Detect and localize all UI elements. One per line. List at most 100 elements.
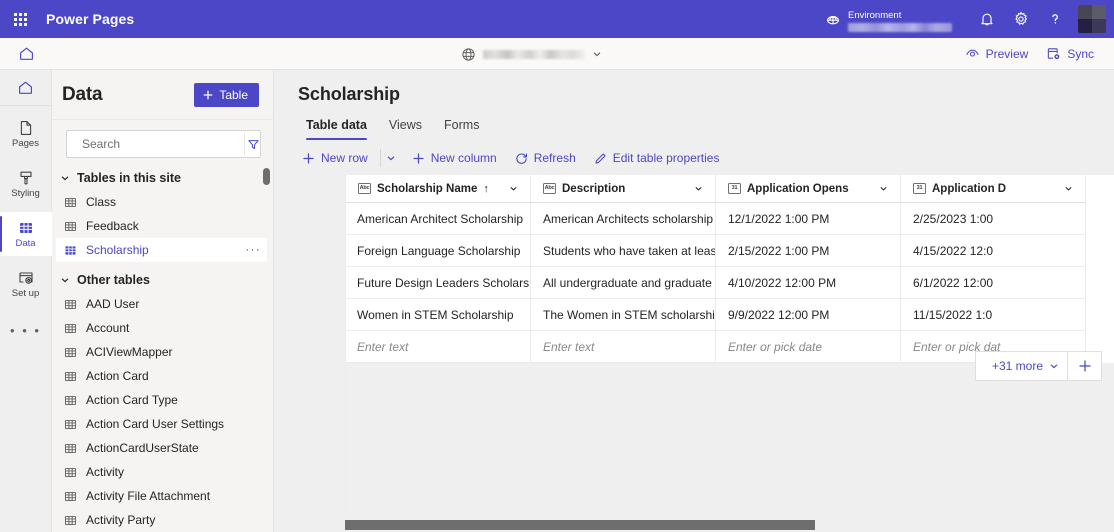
new-row-dropdown-chevron-down-icon[interactable] (379, 149, 402, 167)
table-cell[interactable]: Foreign Language Scholarship (345, 235, 531, 267)
cell-text: Future Design Leaders Scholarship (357, 275, 531, 290)
grid-scrollbar-thumb[interactable] (345, 520, 815, 530)
rail-label-pages: Pages (12, 138, 39, 149)
table-cell[interactable]: Future Design Leaders Scholarship (345, 267, 531, 299)
tab-table-data[interactable]: Table data (298, 114, 375, 141)
more-columns-button[interactable]: +31 more (984, 359, 1067, 373)
new-row-cell[interactable]: Enter or pick date (716, 331, 901, 363)
date-column-type-icon: 31 (913, 183, 926, 194)
rail-home-icon[interactable] (0, 70, 52, 106)
grid-horizontal-scrollbar[interactable] (345, 516, 1114, 532)
app-body: Pages Styling Data Set up • • • Data Tab… (0, 70, 1114, 532)
table-row[interactable]: Women in STEM Scholarship The Women in ST… (274, 299, 1114, 331)
home-icon[interactable] (0, 38, 52, 70)
rail-item-data[interactable]: Data (0, 212, 52, 256)
table-grid-icon (17, 219, 35, 237)
tables-list[interactable]: Tables in this site Class Feedback Schol… (52, 166, 273, 532)
table-item-actioncarduserstate[interactable]: ActionCardUserState (56, 436, 267, 460)
table-cell[interactable]: American Architects scholarship is… (531, 203, 716, 235)
table-item-scholarship[interactable]: Scholarship ··· (56, 238, 267, 262)
new-row-cell[interactable]: Enter text (345, 331, 531, 363)
environment-selector[interactable]: Environment (848, 0, 952, 38)
table-icon (65, 371, 76, 381)
column-header-1[interactable]: Abc Description (531, 175, 716, 203)
settings-gear-icon[interactable] (1004, 0, 1038, 38)
table-cell[interactable]: American Architect Scholarship (345, 203, 531, 235)
new-column-button[interactable]: New column (404, 147, 505, 169)
row-select-gutter[interactable] (274, 235, 345, 267)
table-icon (65, 347, 76, 357)
table-item-action-card-type[interactable]: Action Card Type (56, 388, 267, 412)
table-cell[interactable]: 9/9/2022 12:00 PM (716, 299, 901, 331)
sync-button[interactable]: Sync (1038, 42, 1102, 65)
table-item-account[interactable]: Account (56, 316, 267, 340)
refresh-button[interactable]: Refresh (507, 147, 584, 169)
column-header-2[interactable]: 31 Application Opens (716, 175, 901, 203)
grid-scrollbar-track[interactable] (345, 520, 815, 530)
table-cell[interactable]: Students who have taken at least … (531, 235, 716, 267)
rail-item-setup[interactable]: Set up (0, 262, 52, 306)
rail-item-pages[interactable]: Pages (0, 112, 52, 156)
new-row-cell[interactable]: Enter text (531, 331, 716, 363)
row-select-gutter[interactable] (274, 203, 345, 235)
table-item-activity[interactable]: Activity (56, 460, 267, 484)
tab-views[interactable]: Views (381, 114, 430, 141)
table-cell[interactable]: The Women in STEM scholarship i… (531, 299, 716, 331)
column-header-label: Application D (932, 182, 1007, 195)
cell-text: 2/15/2022 1:00 PM (728, 243, 830, 258)
text-column-type-icon: Abc (543, 183, 556, 194)
table-cell[interactable]: 2/25/2023 1:00 (901, 203, 1086, 235)
filter-icon[interactable] (244, 133, 260, 155)
search-input[interactable] (82, 137, 237, 151)
table-item-action-card[interactable]: Action Card (56, 364, 267, 388)
new-table-button[interactable]: Table (194, 82, 259, 107)
table-cell[interactable]: 4/15/2022 12:0 (901, 235, 1086, 267)
cell-text: All undergraduate and graduate s… (543, 275, 716, 290)
table-icon (65, 491, 76, 501)
preview-button[interactable]: Preview (957, 42, 1037, 65)
group-tables-in-this-site[interactable]: Tables in this site (52, 166, 273, 190)
table-cell[interactable]: 11/15/2022 1:0 (901, 299, 1086, 331)
new-row-button[interactable]: New row (294, 147, 376, 169)
page-icon (17, 119, 35, 137)
table-cell[interactable]: 4/10/2022 12:00 PM (716, 267, 901, 299)
chevron-down-icon (593, 52, 601, 57)
table-row[interactable]: American Architect Scholarship American A… (274, 203, 1114, 235)
table-item-class[interactable]: Class (56, 190, 267, 214)
table-item-overflow-icon[interactable]: ··· (246, 244, 262, 256)
table-row[interactable]: Future Design Leaders Scholarship All und… (274, 267, 1114, 299)
environment-globe-icon (818, 11, 848, 27)
table-cell[interactable]: All undergraduate and graduate s… (531, 267, 716, 299)
table-item-activity-file-attachment[interactable]: Activity File Attachment (56, 484, 267, 508)
help-question-icon[interactable] (1038, 0, 1072, 38)
table-cell[interactable]: 6/1/2022 12:00 (901, 267, 1086, 299)
add-column-button[interactable] (1067, 351, 1101, 381)
table-item-activity-party[interactable]: Activity Party (56, 508, 267, 532)
table-cell[interactable]: 2/15/2022 1:00 PM (716, 235, 901, 267)
table-cell[interactable]: 12/1/2022 1:00 PM (716, 203, 901, 235)
rail-more-button[interactable]: • • • (0, 314, 52, 346)
search-box[interactable] (66, 130, 261, 158)
site-selector[interactable] (455, 38, 608, 70)
row-select-gutter[interactable] (274, 299, 345, 331)
table-cell[interactable]: Women in STEM Scholarship (345, 299, 531, 331)
user-avatar[interactable] (1078, 5, 1106, 33)
tab-forms[interactable]: Forms (436, 114, 487, 141)
column-header-3[interactable]: 31 Application D (901, 175, 1086, 203)
row-select-gutter-new[interactable] (274, 331, 345, 363)
app-launcher-icon[interactable] (0, 0, 40, 38)
table-item-aad-user[interactable]: AAD User (56, 292, 267, 316)
tables-list-scrollbar-thumb[interactable] (263, 168, 270, 185)
row-select-gutter[interactable] (274, 267, 345, 299)
table-row[interactable]: Foreign Language Scholarship Students who… (274, 235, 1114, 267)
notifications-bell-icon[interactable] (970, 0, 1004, 38)
edit-table-properties-button[interactable]: Edit table properties (586, 147, 728, 169)
column-header-0[interactable]: Abc Scholarship Name ↑ (345, 175, 531, 203)
table-icon (65, 467, 76, 477)
table-item-feedback[interactable]: Feedback (56, 214, 267, 238)
group-other-tables[interactable]: Other tables (52, 268, 273, 292)
table-item-action-card-user-settings[interactable]: Action Card User Settings (56, 412, 267, 436)
table-item-aciviewmapper[interactable]: ACIViewMapper (56, 340, 267, 364)
table-grid-container[interactable]: Abc Scholarship Name ↑ Abc Description 31 Appl… (274, 175, 1114, 532)
rail-item-styling[interactable]: Styling (0, 162, 52, 206)
